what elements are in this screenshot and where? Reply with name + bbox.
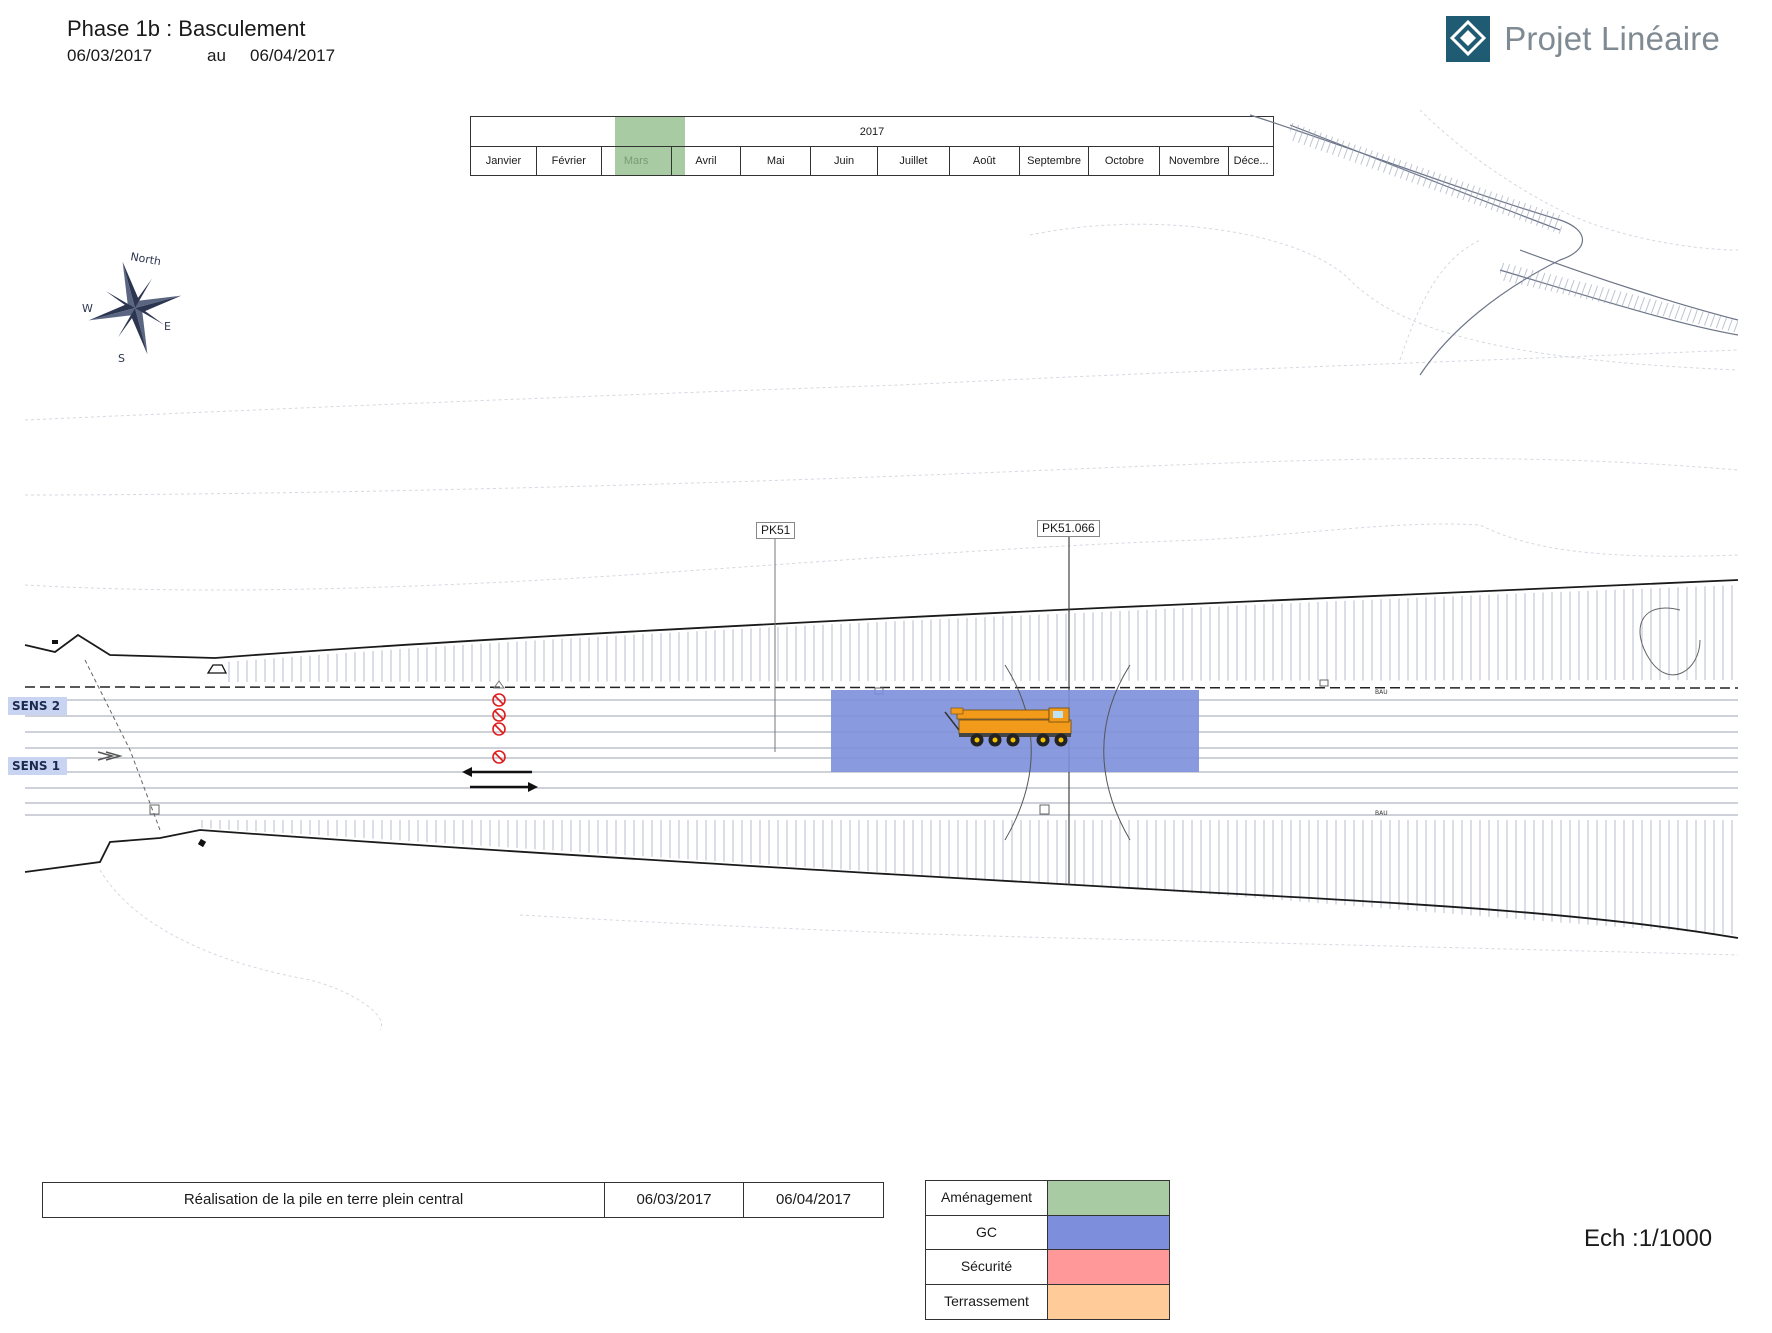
no-entry-icon [492, 722, 506, 736]
bau-top-label: BAU [1375, 689, 1388, 696]
task-description: Réalisation de la pile en terre plein ce… [43, 1183, 605, 1217]
task-start-date: 06/03/2017 [605, 1183, 744, 1217]
legend-label: Terrassement [926, 1284, 1048, 1319]
no-entry-icon [492, 708, 506, 722]
legend-label: Aménagement [926, 1181, 1048, 1215]
legend-swatch [1048, 1215, 1169, 1249]
bau-bottom-label: BAU [1375, 810, 1388, 817]
traffic-direction-arrows [462, 767, 538, 792]
legend-row-amenagement: Aménagement [926, 1181, 1169, 1216]
legend-label: Sécurité [926, 1250, 1048, 1284]
pk51066-label: PK51.066 [1037, 520, 1100, 537]
legend-label: GC [926, 1215, 1048, 1249]
ramp-outline [1249, 114, 1739, 376]
scale-label: Ech :1/1000 [1584, 1225, 1713, 1252]
legend-row-gc: GC [926, 1215, 1169, 1250]
legend-swatch [1048, 1181, 1169, 1215]
legend-row-terrassement: Terrassement [926, 1284, 1169, 1319]
sens-1-label: SENS 1 [8, 757, 68, 775]
color-legend: Aménagement GC Sécurité Terrassement [925, 1180, 1170, 1320]
no-entry-icons [492, 693, 506, 764]
pk51-label: PK51 [756, 522, 796, 539]
legend-swatch [1048, 1284, 1169, 1319]
task-end-date: 06/04/2017 [775, 1191, 852, 1208]
road-plan-drawing: BAU BAU [24, 109, 1739, 1031]
task-table: Réalisation de la pile en terre plein ce… [42, 1182, 884, 1218]
legend-swatch [1048, 1250, 1169, 1284]
legend-row-securite: Sécurité [926, 1250, 1169, 1285]
sens-2-label: SENS 2 [8, 697, 68, 715]
no-entry-icon [492, 750, 506, 764]
